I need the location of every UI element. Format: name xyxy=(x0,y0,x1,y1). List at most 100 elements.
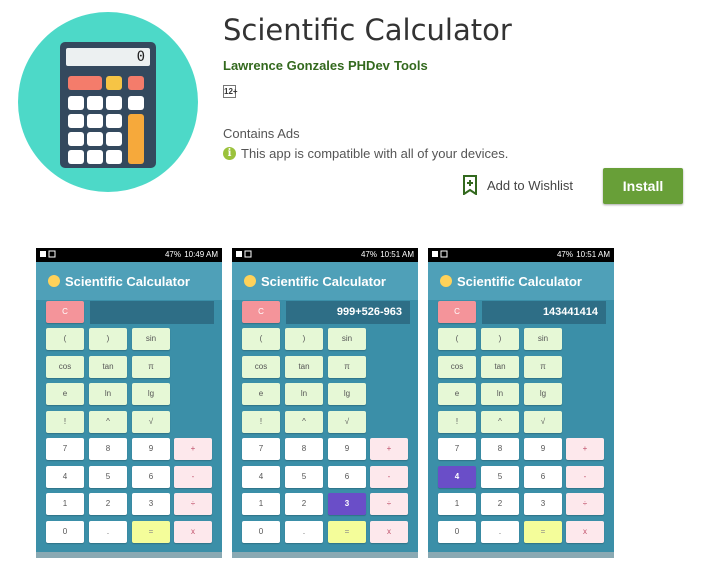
calc-key[interactable]: tan xyxy=(89,355,127,378)
calc-key[interactable]: 7 xyxy=(242,438,280,460)
calc-key[interactable]: - xyxy=(370,465,408,488)
calc-key[interactable]: 9 xyxy=(132,438,170,460)
calc-key[interactable]: . xyxy=(285,520,323,543)
clear-key[interactable]: C xyxy=(46,301,84,323)
calc-key[interactable]: sin xyxy=(328,328,366,350)
calc-key[interactable]: π xyxy=(524,355,562,378)
calculator-icon: 0 xyxy=(60,42,156,168)
calc-key[interactable]: π xyxy=(132,355,170,378)
calc-key[interactable]: lg xyxy=(328,383,366,405)
calc-key[interactable]: 9 xyxy=(524,438,562,460)
calc-key[interactable]: 8 xyxy=(481,438,519,460)
calc-key[interactable]: 8 xyxy=(285,438,323,460)
calc-key[interactable]: ! xyxy=(438,410,476,433)
clear-key[interactable]: C xyxy=(438,301,476,323)
calc-key[interactable]: 1 xyxy=(46,493,84,515)
calc-key[interactable]: ln xyxy=(89,383,127,405)
calc-key[interactable]: ( xyxy=(438,328,476,350)
calc-key[interactable]: - xyxy=(566,465,604,488)
calc-key[interactable]: 1 xyxy=(438,493,476,515)
calc-key[interactable]: √ xyxy=(132,410,170,433)
calc-key[interactable]: 9 xyxy=(328,438,366,460)
calc-key[interactable]: 6 xyxy=(524,465,562,488)
calc-key[interactable]: tan xyxy=(285,355,323,378)
calc-key[interactable]: e xyxy=(438,383,476,405)
calc-key[interactable]: π xyxy=(328,355,366,378)
calc-key[interactable]: 4 xyxy=(46,465,84,488)
icon-key xyxy=(128,76,144,90)
calc-key[interactable]: - xyxy=(174,465,212,488)
calc-key[interactable]: = xyxy=(328,520,366,543)
calc-key[interactable]: ! xyxy=(242,410,280,433)
notification-icons xyxy=(236,250,252,258)
calc-key[interactable]: cos xyxy=(438,355,476,378)
calc-key[interactable]: ^ xyxy=(285,410,323,433)
calc-key[interactable]: + xyxy=(370,438,408,460)
calc-key[interactable]: ^ xyxy=(89,410,127,433)
contains-ads-label: Contains Ads xyxy=(223,126,300,141)
calc-key[interactable]: ÷ xyxy=(174,493,212,515)
calc-key[interactable]: 7 xyxy=(438,438,476,460)
calc-key[interactable]: 1 xyxy=(242,493,280,515)
calc-key[interactable]: 0 xyxy=(46,520,84,543)
calc-key[interactable]: 3 xyxy=(524,493,562,515)
calc-key[interactable]: 0 xyxy=(438,520,476,543)
calc-key[interactable]: e xyxy=(46,383,84,405)
calc-key[interactable]: 5 xyxy=(285,465,323,488)
calc-key[interactable]: 8 xyxy=(89,438,127,460)
screenshot-3[interactable]: 47% 10:51 AM Scientific Calculator C 1434414… xyxy=(428,248,614,558)
calc-key[interactable]: ÷ xyxy=(370,493,408,515)
calc-key[interactable]: e xyxy=(242,383,280,405)
calc-key[interactable]: = xyxy=(132,520,170,543)
calc-key[interactable]: 4 xyxy=(242,465,280,488)
calc-key[interactable]: x xyxy=(370,520,408,543)
calc-key[interactable]: x xyxy=(174,520,212,543)
calc-key[interactable]: ÷ xyxy=(566,493,604,515)
clear-key[interactable]: C xyxy=(242,301,280,323)
calc-key[interactable]: ) xyxy=(481,328,519,350)
calc-key[interactable]: lg xyxy=(132,383,170,405)
calc-key[interactable]: lg xyxy=(524,383,562,405)
calc-key[interactable]: 3 xyxy=(328,493,366,515)
calc-key[interactable]: 6 xyxy=(132,465,170,488)
calc-key[interactable]: . xyxy=(481,520,519,543)
calc-key[interactable]: cos xyxy=(242,355,280,378)
calc-key[interactable]: ) xyxy=(285,328,323,350)
calc-key[interactable]: . xyxy=(89,520,127,543)
calc-key[interactable]: cos xyxy=(46,355,84,378)
calc-key[interactable]: 7 xyxy=(46,438,84,460)
calc-key[interactable]: + xyxy=(174,438,212,460)
calc-key[interactable]: 5 xyxy=(89,465,127,488)
calc-key[interactable]: ( xyxy=(46,328,84,350)
calc-key[interactable]: √ xyxy=(328,410,366,433)
calc-key[interactable]: ^ xyxy=(481,410,519,433)
calc-key[interactable]: 2 xyxy=(481,493,519,515)
add-to-wishlist-button[interactable]: Add to Wishlist xyxy=(461,175,573,195)
calc-key[interactable]: 2 xyxy=(89,493,127,515)
calc-key[interactable]: √ xyxy=(524,410,562,433)
calc-key[interactable]: ( xyxy=(242,328,280,350)
screenshot-1[interactable]: 47% 10:49 AM Scientific Calculator C () sin co… xyxy=(36,248,222,558)
status-bar: 47% 10:51 AM xyxy=(428,248,614,262)
calc-key[interactable]: sin xyxy=(524,328,562,350)
calc-key[interactable]: ln xyxy=(285,383,323,405)
calc-key[interactable]: = xyxy=(524,520,562,543)
calc-key[interactable]: tan xyxy=(481,355,519,378)
category-link[interactable]: Tools xyxy=(394,58,428,73)
calc-key[interactable]: 0 xyxy=(242,520,280,543)
developer-link[interactable]: Lawrence Gonzales PHDev xyxy=(223,58,390,73)
calc-key[interactable]: ) xyxy=(89,328,127,350)
calc-key[interactable]: + xyxy=(566,438,604,460)
calc-key[interactable]: ln xyxy=(481,383,519,405)
calc-key[interactable]: x xyxy=(566,520,604,543)
calc-key[interactable]: sin xyxy=(132,328,170,350)
calculator-display: 999+526-963 xyxy=(286,301,410,324)
calc-key[interactable]: 2 xyxy=(285,493,323,515)
install-button[interactable]: Install xyxy=(603,168,683,204)
calc-key[interactable]: 5 xyxy=(481,465,519,488)
calc-key[interactable]: ! xyxy=(46,410,84,433)
calc-key[interactable]: 4 xyxy=(438,465,476,488)
calc-key[interactable]: 6 xyxy=(328,465,366,488)
screenshot-2[interactable]: 47% 10:51 AM Scientific Calculator C 999+526… xyxy=(232,248,418,558)
calc-key[interactable]: 3 xyxy=(132,493,170,515)
